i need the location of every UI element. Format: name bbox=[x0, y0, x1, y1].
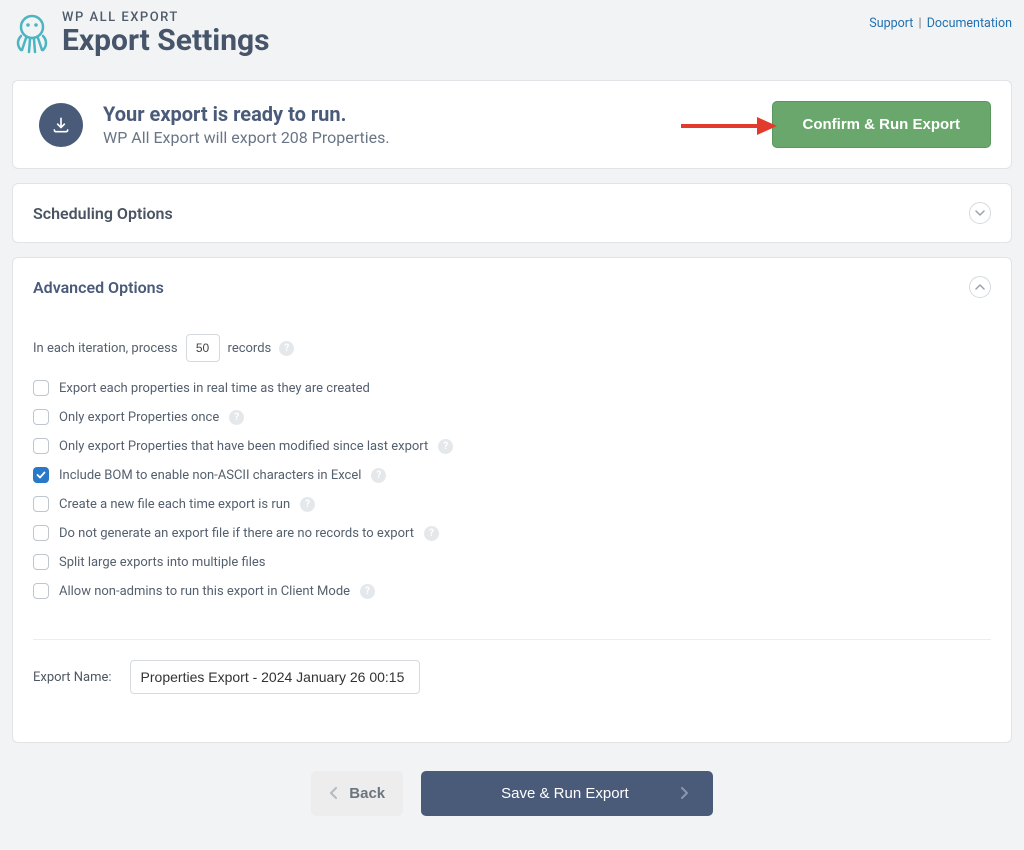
logo-icon bbox=[12, 10, 52, 58]
ready-title: Your export is ready to run. bbox=[103, 102, 772, 126]
option-label: Split large exports into multiple files bbox=[59, 555, 266, 570]
checkbox[interactable] bbox=[33, 409, 49, 425]
header-links: Support | Documentation bbox=[869, 10, 1012, 31]
documentation-link[interactable]: Documentation bbox=[927, 16, 1012, 31]
checkbox[interactable] bbox=[33, 438, 49, 454]
back-label: Back bbox=[349, 785, 385, 802]
scheduling-options-header[interactable]: Scheduling Options bbox=[13, 184, 1011, 242]
iteration-label-post: records bbox=[228, 341, 272, 356]
advanced-option: Export each properties in real time as t… bbox=[33, 380, 991, 396]
option-label: Do not generate an export file if there … bbox=[59, 526, 414, 541]
option-label: Export each properties in real time as t… bbox=[59, 381, 370, 396]
save-label: Save & Run Export bbox=[501, 785, 629, 802]
iteration-label-pre: In each iteration, process bbox=[33, 341, 178, 356]
option-label: Only export Properties once bbox=[59, 410, 219, 425]
help-icon[interactable]: ? bbox=[360, 584, 375, 599]
download-icon bbox=[39, 103, 83, 147]
checkbox[interactable] bbox=[33, 583, 49, 599]
help-icon[interactable]: ? bbox=[229, 410, 244, 425]
page-title: Export Settings bbox=[62, 25, 270, 57]
support-link[interactable]: Support bbox=[869, 16, 913, 31]
save-run-export-button[interactable]: Save & Run Export bbox=[421, 771, 713, 816]
checkbox[interactable] bbox=[33, 380, 49, 396]
help-icon[interactable]: ? bbox=[279, 341, 294, 356]
option-label: Only export Properties that have been mo… bbox=[59, 439, 428, 454]
export-name-label: Export Name: bbox=[33, 670, 112, 685]
divider bbox=[33, 639, 991, 640]
advanced-panel: Advanced Options In each iteration, proc… bbox=[12, 257, 1012, 743]
checkbox[interactable] bbox=[33, 496, 49, 512]
scheduling-options-title: Scheduling Options bbox=[33, 204, 173, 223]
help-icon[interactable]: ? bbox=[424, 526, 439, 541]
advanced-option: Allow non-admins to run this export in C… bbox=[33, 583, 991, 599]
advanced-options-title: Advanced Options bbox=[33, 278, 164, 297]
help-icon[interactable]: ? bbox=[371, 468, 386, 483]
option-label: Create a new file each time export is ru… bbox=[59, 497, 290, 512]
advanced-option: Only export Properties that have been mo… bbox=[33, 438, 991, 454]
chevron-up-icon bbox=[969, 276, 991, 298]
advanced-option: Do not generate an export file if there … bbox=[33, 525, 991, 541]
back-button[interactable]: Back bbox=[311, 771, 403, 816]
checkbox[interactable] bbox=[33, 525, 49, 541]
confirm-run-export-button[interactable]: Confirm & Run Export bbox=[772, 101, 992, 148]
help-icon[interactable]: ? bbox=[438, 439, 453, 454]
scheduling-panel: Scheduling Options bbox=[12, 183, 1012, 243]
option-label: Include BOM to enable non-ASCII characte… bbox=[59, 468, 361, 483]
advanced-option: Include BOM to enable non-ASCII characte… bbox=[33, 467, 991, 483]
chevron-right-icon bbox=[679, 786, 689, 802]
advanced-option: Only export Properties once? bbox=[33, 409, 991, 425]
export-name-input[interactable] bbox=[130, 660, 420, 694]
checkbox[interactable] bbox=[33, 554, 49, 570]
chevron-left-icon bbox=[329, 786, 339, 802]
chevron-down-icon bbox=[969, 202, 991, 224]
checkbox[interactable] bbox=[33, 467, 49, 483]
option-label: Allow non-admins to run this export in C… bbox=[59, 584, 350, 599]
iteration-count-input[interactable] bbox=[186, 334, 220, 362]
ready-subtitle: WP All Export will export 208 Properties… bbox=[103, 128, 772, 147]
help-icon[interactable]: ? bbox=[300, 497, 315, 512]
advanced-option: Split large exports into multiple files bbox=[33, 554, 991, 570]
export-ready-panel: Your export is ready to run. WP All Expo… bbox=[12, 80, 1012, 169]
advanced-option: Create a new file each time export is ru… bbox=[33, 496, 991, 512]
advanced-options-header[interactable]: Advanced Options bbox=[13, 258, 1011, 316]
